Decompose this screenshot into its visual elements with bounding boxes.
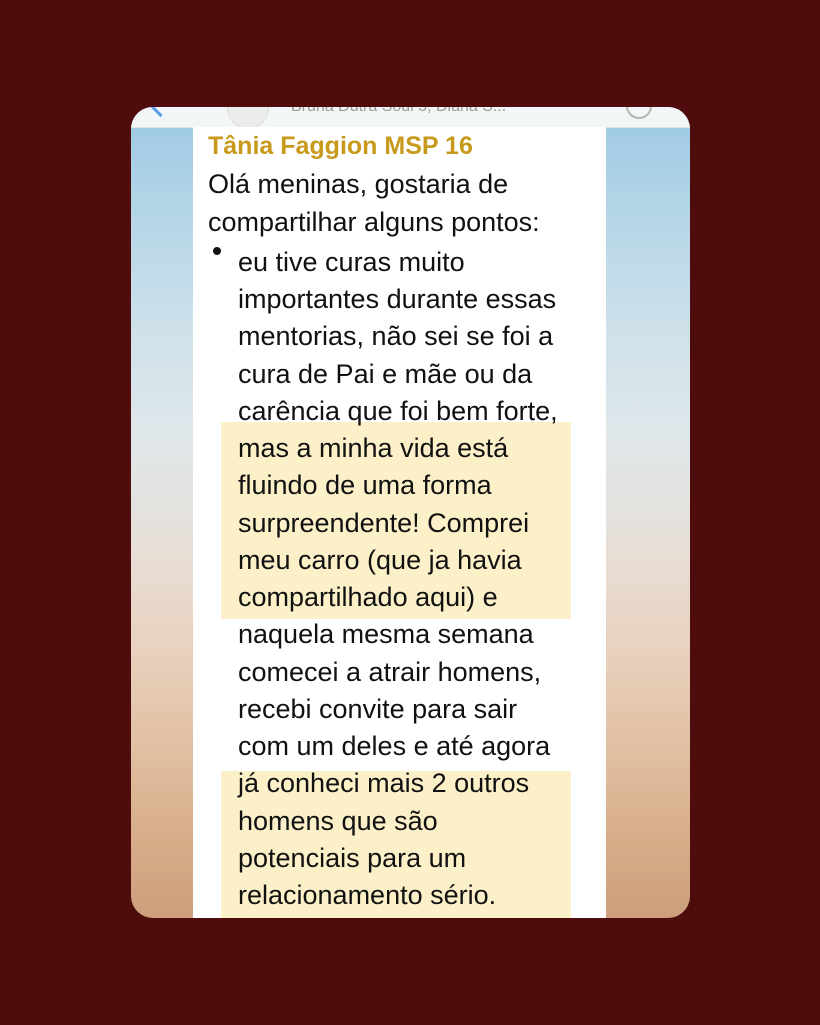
back-icon[interactable] [149,107,172,118]
message-line-highlighted: surpreendente! Comprei [238,508,530,538]
message-line: naquela mesma semana [238,619,534,649]
message-line: carência que foi bem forte, [238,396,558,426]
message-line-highlighted: mas a minha vida está [238,433,509,463]
message-line-highlighted: potenciais para um [238,843,467,873]
message-line-highlighted: relacionamento sério. [238,880,497,910]
message-line: comecei a atrair homens, [238,657,542,687]
message-line-highlighted: fluindo de uma forma [238,470,492,500]
message-line: Olá meninas, gostaria de [208,169,509,199]
group-avatar[interactable] [227,107,269,127]
message-line-highlighted: compartilhado aqui) e [238,582,498,612]
message-line-highlighted: meu carro (que ja havia [238,545,522,575]
chat-header: Bruna Dutra Soul 3, Diana S... [131,107,690,128]
screenshot-card: Bruna Dutra Soul 3, Diana S... Tânia Fag… [131,107,690,918]
message-line: cura de Pai e mãe ou da [238,359,533,389]
message-line: importantes durante essas [238,284,557,314]
message-line: com um deles e até agora [238,731,551,761]
message-bubble[interactable]: Tânia Faggion MSP 16 Olá meninas, gostar… [193,127,606,918]
message-line: eu tive curas muito [238,247,465,277]
message-line-highlighted: já conheci mais 2 outros [238,768,530,798]
message-line: mentorias, não sei se foi a [238,321,554,351]
info-icon[interactable] [626,107,652,119]
message-line: recebi convite para sair [238,694,518,724]
bullet-icon [213,247,221,255]
message-line-highlighted: homens que são [238,806,438,836]
sender-name: Tânia Faggion MSP 16 [208,132,473,160]
message-line: compartilhar alguns pontos: [208,207,540,237]
chat-title[interactable]: Bruna Dutra Soul 3, Diana S... [291,107,506,116]
